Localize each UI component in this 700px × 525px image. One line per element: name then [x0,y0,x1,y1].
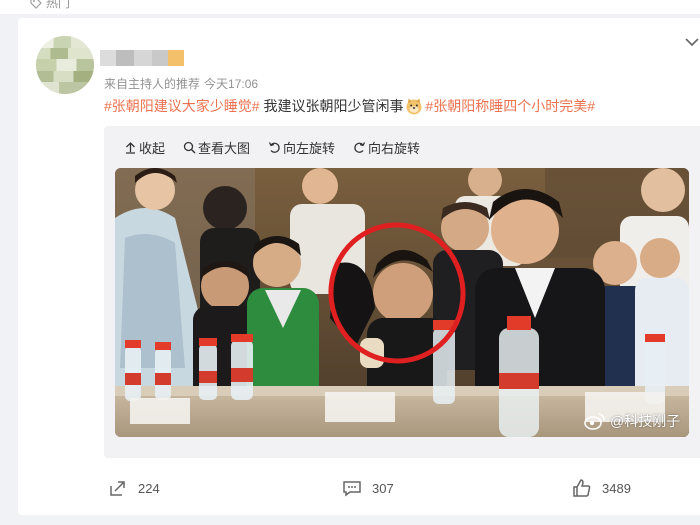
repost-count: 224 [138,480,160,496]
post-text: #张朝阳建议大家少睡觉# 我建议张朝阳少管闲事 #张朝阳称睡四个小时完美# [104,96,595,116]
watermark-text: @科技刚子 [610,413,681,429]
like-button[interactable]: 3489 [572,478,631,498]
weibo-logo-icon [584,413,605,430]
search-icon [183,141,196,154]
comment-button[interactable]: 307 [342,478,394,498]
comment-count: 307 [372,480,394,496]
conference-photo [115,168,689,437]
post-actions: 224 307 3489 [0,478,700,504]
avatar[interactable] [36,36,94,94]
photo-watermark: @科技刚子 [584,411,680,431]
view-large-button[interactable]: 查看大图 [183,138,250,157]
rotate-left-button[interactable]: 向左旋转 [268,138,335,157]
top-strip: 热门 [0,0,700,14]
tag-icon [30,0,42,9]
comment-icon [343,481,361,497]
post-photo[interactable] [115,168,689,437]
chevron-down-icon[interactable] [684,34,700,50]
hashtag-link[interactable]: #张朝阳称睡四个小时完美# [425,98,595,114]
post-meta: 来自主持人的推荐 今天17:06 [104,75,258,92]
arrow-up-icon [126,142,135,154]
rotate-left-icon [268,142,280,153]
image-toolbar: 收起 查看大图 向左旋转 向右旋转 [124,138,420,157]
rotate-right-button[interactable]: 向右旋转 [353,138,420,157]
repost-icon [110,481,125,496]
collapse-button[interactable]: 收起 [124,138,165,157]
view-large-label: 查看大图 [198,141,251,156]
post-time[interactable]: 今天17:06 [204,77,258,91]
thumbs-up-icon [573,479,591,497]
hot-tag[interactable]: 热门 [30,0,70,11]
repost-button[interactable]: 224 [108,478,160,498]
collapse-label: 收起 [139,141,166,156]
source-label[interactable]: 来自主持人的推荐 [104,77,200,91]
doge-emoji-icon [406,98,422,115]
like-count: 3489 [602,480,631,496]
rotate-left-label: 向左旋转 [283,141,336,156]
hashtag-link[interactable]: #张朝阳建议大家少睡觉# [104,98,260,114]
hot-tag-label: 热门 [46,0,71,10]
username-blurred[interactable] [100,50,184,66]
post-body: 我建议张朝阳少管闲事 [259,98,404,114]
rotate-right-icon [354,142,366,153]
rotate-right-label: 向右旋转 [368,141,421,156]
